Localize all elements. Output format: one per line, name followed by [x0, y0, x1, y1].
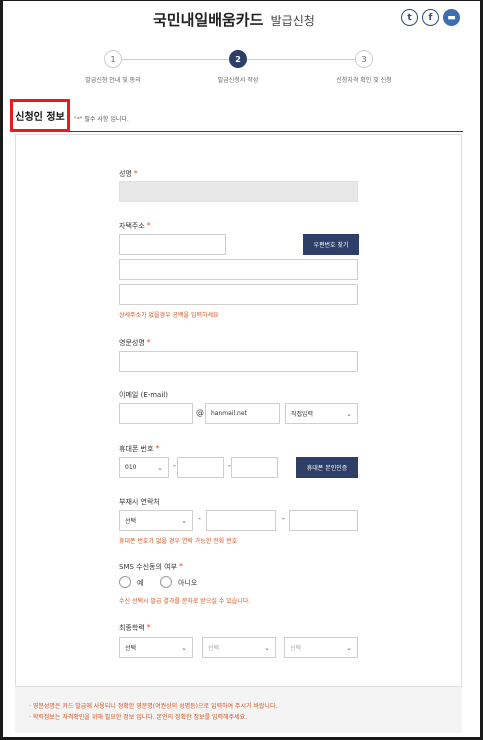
email-label: 이메일 (E-mail) — [119, 391, 168, 399]
step-2-circle: 2 — [229, 50, 247, 68]
mobile-prefix-value: 010 — [125, 464, 137, 471]
share-buttons: t f ▬ — [401, 9, 460, 26]
alt-phone-dash-2: - — [282, 514, 285, 523]
education-school-select[interactable]: 선택 ⌄ — [202, 637, 276, 658]
english-name-field[interactable] — [119, 351, 358, 372]
chevron-down-icon: ⌄ — [181, 644, 187, 652]
progress-steps: 1 2 3 발급신청 안내 및 동의 발급신청서 작성 신청자격 확인 및 신청 — [3, 48, 480, 88]
applicant-form: 성명 * 자택주소 * 우편번호 찾기 상세주소가 없을경우 공백을 입력하세요 영… — [15, 134, 462, 687]
email-domain-field[interactable]: hanmail.net — [205, 403, 280, 424]
zipcode-field[interactable] — [119, 234, 226, 255]
chevron-down-icon: ⌄ — [346, 644, 352, 652]
mobile-last-field[interactable] — [231, 457, 278, 478]
mobile-verify-button[interactable]: 휴대폰 본인인증 — [296, 457, 358, 478]
note-education-text: 학력정보는 자격확인을 위해 필요한 정보 입니다. 본인의 정확한 정보를 입… — [32, 714, 248, 721]
education-status-value: 선택 — [290, 645, 302, 652]
education-required-asterisk: * — [146, 623, 151, 632]
section-divider — [70, 131, 463, 132]
page-title-sub: 발급신청 — [270, 14, 315, 28]
email-domain-select[interactable]: 직접입력 ⌄ — [285, 403, 358, 424]
chevron-down-icon: ⌄ — [157, 464, 163, 472]
form-notes: · 영문성명은 카드 발급에 사용되니 정확한 영문명(여권상의 성명등)으로 … — [15, 687, 462, 733]
sms-yes-label[interactable]: 예 — [137, 578, 143, 588]
chevron-down-icon: ⌄ — [346, 410, 352, 418]
note-english-name-text: 영문성명은 카드 발급에 사용되니 정확한 영문명(여권상의 성명등)으로 입력… — [32, 703, 278, 710]
step-3-circle: 3 — [355, 50, 373, 68]
chevron-down-icon: ⌄ — [264, 644, 270, 652]
facebook-icon[interactable]: f — [422, 9, 439, 26]
sms-label: SMS 수신동의 여부 * — [119, 562, 183, 572]
email-domain-select-value: 직접입력 — [291, 411, 314, 418]
english-name-required-asterisk: * — [146, 338, 151, 347]
alt-phone-area-select[interactable]: 선택 ⌄ — [119, 510, 193, 531]
page-title: 국민내일배움카드 발급신청 — [153, 9, 315, 30]
required-note-text: " 필수 사항 입니다. — [79, 116, 129, 123]
education-label: 최종학력 * — [119, 623, 151, 633]
name-required-asterisk: * — [133, 169, 138, 178]
print-icon[interactable]: ▬ — [443, 9, 460, 26]
alt-phone-dash-1: - — [198, 514, 201, 523]
step-2-label: 발급신청서 작성 — [217, 77, 259, 84]
section-title: 신청인 정보 — [10, 99, 70, 132]
sms-warning: 수신 선택시 발급 결과를 문자로 받으실 수 있습니다. — [119, 598, 251, 605]
english-name-label-text: 영문성명 — [119, 339, 145, 347]
address-detail-field[interactable] — [119, 284, 358, 305]
mobile-label: 휴대폰 번호 * — [119, 444, 159, 454]
alt-phone-warning: 휴대폰 번호가 없을 경우 연락 가능한 전화 번호 — [119, 538, 238, 545]
mobile-required-asterisk: * — [155, 444, 160, 453]
alt-phone-middle-field[interactable] — [206, 510, 276, 531]
note-english-name: · 영문성명은 카드 발급에 사용되니 정확한 영문명(여권상의 성명등)으로 … — [29, 703, 278, 710]
sms-no-radio[interactable] — [160, 576, 172, 588]
address-label-text: 자택주소 — [119, 222, 145, 230]
education-level-value: 선택 — [125, 645, 137, 652]
step-3-label: 신청자격 확인 및 신청 — [336, 77, 392, 84]
address-required-asterisk: * — [146, 221, 151, 230]
mobile-middle-field[interactable] — [177, 457, 224, 478]
mobile-prefix-select[interactable]: 010 ⌄ — [119, 457, 169, 478]
email-id-field[interactable] — [119, 403, 193, 424]
education-status-select[interactable]: 선택 ⌄ — [284, 637, 358, 658]
english-name-label: 영문성명 * — [119, 338, 151, 348]
alt-phone-last-field[interactable] — [289, 510, 358, 531]
address-warning: 상세주소가 없을경우 공백을 입력하세요 — [119, 312, 219, 319]
step-1-circle: 1 — [104, 50, 122, 68]
address-label: 자택주소 * — [119, 221, 151, 231]
note-education: · 학력정보는 자격확인을 위해 필요한 정보 입니다. 본인의 정확한 정보를… — [29, 714, 248, 721]
sms-yes-radio[interactable] — [119, 576, 131, 588]
page-frame: 국민내일배움카드 발급신청 t f ▬ 1 2 3 발급신청 안내 및 동의 발… — [0, 0, 483, 740]
required-note: "*" 필수 사항 입니다. — [74, 114, 129, 123]
name-field[interactable] — [119, 181, 358, 202]
name-label-text: 성명 — [119, 170, 132, 178]
address-field[interactable] — [119, 259, 358, 280]
sms-required-asterisk: * — [179, 562, 184, 571]
page-title-main: 국민내일배움카드 — [153, 11, 264, 29]
mobile-dash-1: - — [173, 461, 176, 470]
chevron-down-icon: ⌄ — [181, 517, 187, 525]
section-header: 신청인 정보 "*" 필수 사항 입니다. — [10, 99, 463, 133]
education-level-select[interactable]: 선택 ⌄ — [119, 637, 193, 658]
twitter-icon[interactable]: t — [401, 9, 418, 26]
name-label: 성명 * — [119, 169, 138, 179]
email-at-sign: @ — [196, 408, 204, 417]
sms-label-text: SMS 수신동의 여부 — [119, 563, 178, 571]
alt-phone-label: 부재시 연락처 — [119, 498, 160, 506]
sms-no-label[interactable]: 아니오 — [178, 578, 197, 588]
zipcode-search-button[interactable]: 우편번호 찾기 — [303, 234, 359, 255]
education-school-value: 선택 — [208, 645, 220, 652]
alt-phone-area-value: 선택 — [125, 518, 137, 525]
mobile-label-text: 휴대폰 번호 — [119, 445, 154, 453]
header: 국민내일배움카드 발급신청 t f ▬ — [3, 1, 480, 35]
education-label-text: 최종학력 — [119, 624, 145, 632]
step-1-label: 발급신청 안내 및 동의 — [85, 77, 141, 84]
